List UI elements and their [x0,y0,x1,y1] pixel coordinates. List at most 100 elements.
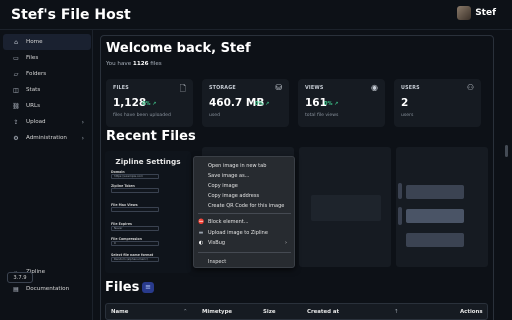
ctx-create-qr-code[interactable]: Create QR Code for this image [194,201,294,210]
sidebar-item-label: Stats [26,87,41,93]
sidebar-item-administration[interactable]: ⚙ Administration › [3,130,91,146]
sidebar-item-label: Documentation [26,286,70,292]
stat-label: USERS [401,86,420,91]
field-input [111,188,159,193]
chevron-right-icon: › [81,134,84,142]
context-menu: Open image in new tab Save image as... C… [193,156,295,268]
file-preview [398,207,402,225]
stat-card-storage: STORAGE ⛁ 460.7 MB 0% ↗ used [202,79,289,127]
sidebar-item-label: Upload [26,119,46,125]
user-menu[interactable]: Stef [457,6,496,20]
file-preview [311,195,381,221]
upload-icon: ▬ [198,229,204,236]
upload-icon: ⇪ [13,118,19,126]
sidebar-item-documentation[interactable]: ▤ Documentation [3,281,91,297]
file-preview [406,185,464,199]
ctx-copy-image-address[interactable]: Copy image address [194,191,294,200]
sort-icon[interactable]: ⌃ [183,309,188,315]
field-input [111,207,159,212]
sidebar-item-home[interactable]: ⌂ Home [3,34,91,50]
scrollbar-track[interactable] [502,35,508,320]
file-preview [406,233,464,247]
column-header-mimetype[interactable]: Mimetype [202,309,232,315]
file-preview [398,183,402,199]
list-view-button[interactable]: ≡ [142,282,154,293]
sidebar-item-stats[interactable]: ◫ Stats [3,82,91,98]
field-input: Never [111,226,159,231]
ctx-separator [198,213,291,214]
users-icon: ⚇ [466,83,474,92]
recent-file-card[interactable] [299,147,391,267]
document-icon: ▤ [13,285,19,293]
scrollbar-thumb[interactable] [505,145,508,157]
sidebar-item-label: Files [26,55,39,61]
sidebar-item-label: Administration [26,135,67,141]
sidebar-item-label: Folders [26,71,47,77]
avatar[interactable] [457,6,472,20]
column-header-created-at[interactable]: Created at [307,309,339,315]
zipline-settings-preview[interactable]: Zipline Settings Domain https://example.… [105,151,191,273]
folder-icon: ▱ [13,70,19,78]
file-icon: ▭ [13,54,19,62]
thumbnail-title: Zipline Settings [115,157,181,166]
gear-icon: ⚙ [13,134,19,142]
stat-label: VIEWS [305,86,324,91]
ctx-inspect[interactable]: Inspect [194,257,294,266]
stat-sub: users [401,113,414,118]
stat-label: FILES [113,86,129,91]
sidebar-item-files[interactable]: ▭ Files [3,50,91,66]
block-icon: ⛔ [198,218,205,225]
field-input: https://example.com [111,174,159,179]
user-name[interactable]: Stef [475,8,496,18]
welcome-subtext: You have 1126 files [106,61,162,67]
column-header-name[interactable]: Name [111,309,128,315]
files-table: Name ⌃ Mimetype Size Created at ↑ Action… [105,303,488,320]
sort-arrow-icon[interactable]: ↑ [394,309,399,315]
chevron-right-icon: › [81,118,84,126]
ctx-copy-image[interactable]: Copy image [194,181,294,190]
stat-card-files: FILES 🗋 1,128 0% ↗ files have been uploa… [106,79,193,127]
version-badge[interactable]: 3.7.9 [7,272,33,283]
page-title: Welcome back, Stef [106,41,251,56]
field-input: Random (alphanumeric) [111,257,159,262]
recent-files-title: Recent Files [106,129,196,144]
ctx-open-image-new-tab[interactable]: Open image in new tab [194,161,294,170]
sidebar-item-label: Home [26,39,43,45]
stat-label: STORAGE [209,86,236,91]
stat-change: 0% ↗ [255,101,270,107]
home-icon: ⌂ [14,38,18,46]
column-header-actions: Actions [460,309,483,315]
column-header-size[interactable]: Size [263,309,276,315]
file-count: 1126 [132,61,149,67]
visbug-icon: ◐ [198,239,204,246]
stat-sub: files have been uploaded [113,113,171,118]
sidebar-item-urls[interactable]: ⛓ URLs [3,98,91,114]
stat-card-users: USERS ⚇ 2 users [394,79,481,127]
recent-file-card[interactable] [396,147,488,267]
file-preview [406,209,464,223]
file-icon: 🗋 [179,84,186,93]
stat-value: 2 [401,97,409,109]
link-icon: ⛓ [12,102,20,110]
sidebar-item-folders[interactable]: ▱ Folders [3,66,91,82]
stats-icon: ◫ [13,86,19,94]
app-title: Stef's File Host [11,6,131,23]
ctx-block-element[interactable]: ⛔ Block element... [194,217,294,226]
ctx-separator [198,252,291,253]
stat-change: 0% ↗ [324,101,339,107]
stat-card-views: VIEWS ◉ 161 0% ↗ total file views [298,79,385,127]
sidebar-item-label: URLs [26,103,41,109]
app-header: Stef's File Host [0,0,512,30]
field-input: 0 [111,241,159,246]
stat-sub: used [209,113,221,118]
eye-icon: ◉ [371,83,378,92]
stat-sub: total file views [305,113,339,118]
ctx-visbug[interactable]: ◐ VisBug › [194,238,294,247]
ctx-upload-to-zipline[interactable]: ▬ Upload image to Zipline [194,228,294,237]
database-icon: ⛁ [275,83,282,92]
chevron-right-icon: › [285,239,287,246]
files-title: Files [105,280,140,295]
stat-change: 0% ↗ [142,101,157,107]
sidebar-item-upload[interactable]: ⇪ Upload › [3,114,91,130]
ctx-save-image-as[interactable]: Save image as... [194,171,294,180]
